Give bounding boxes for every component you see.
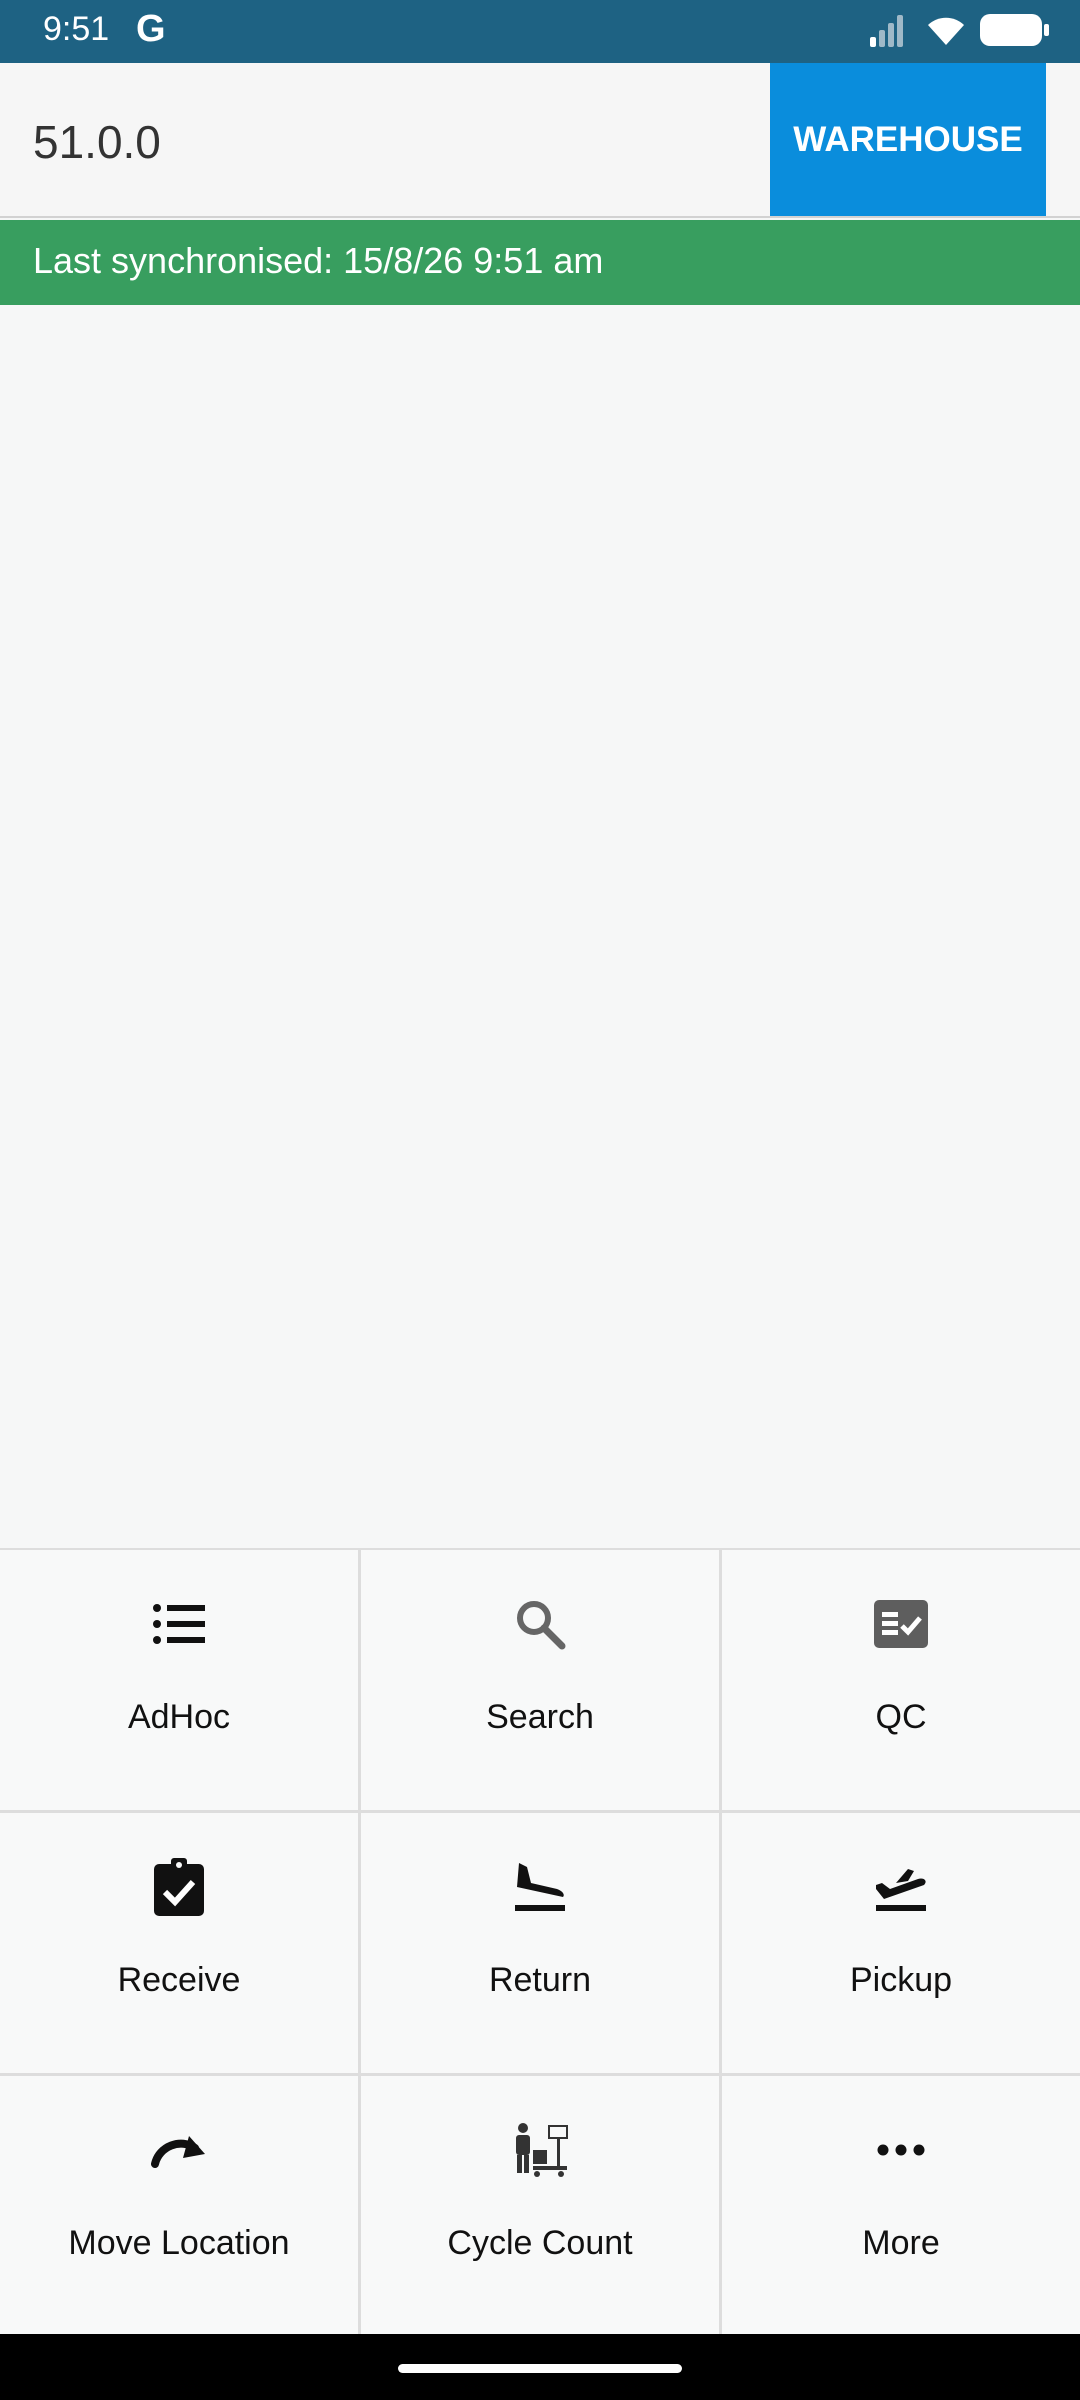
tile-return[interactable]: Return xyxy=(361,1813,719,2073)
search-icon xyxy=(510,1594,570,1654)
tile-label-move-location: Move Location xyxy=(68,2224,290,2262)
warehouse-worker-icon xyxy=(510,2120,570,2180)
action-grid: AdHoc Search QC Receive Return Pickup Mo… xyxy=(0,1548,1080,2336)
status-bar: 9:51 G xyxy=(0,0,1080,63)
warehouse-button[interactable]: WAREHOUSE xyxy=(770,63,1046,216)
tile-label-qc: QC xyxy=(875,1698,927,1736)
tile-label-return: Return xyxy=(488,1961,592,1999)
google-icon: G xyxy=(136,8,166,50)
tile-label-more: More xyxy=(862,2224,940,2262)
redo-arrow-icon xyxy=(149,2120,209,2180)
home-gesture-handle[interactable] xyxy=(398,2364,682,2373)
wifi-icon xyxy=(926,13,966,52)
more-dots-icon xyxy=(871,2120,931,2180)
sync-status-bar: Last synchronised: 15/8/26 9:51 am xyxy=(0,220,1080,305)
tile-label-receive: Receive xyxy=(117,1961,241,1999)
main-content xyxy=(0,305,1080,1548)
app-version: 51.0.0 xyxy=(33,116,161,168)
status-time: 9:51 xyxy=(43,10,110,48)
tile-receive[interactable]: Receive xyxy=(0,1813,358,2073)
tile-label-adhoc: AdHoc xyxy=(127,1698,231,1736)
tile-more[interactable]: More xyxy=(722,2076,1080,2336)
battery-icon xyxy=(980,12,1050,53)
sync-status-text: Last synchronised: 15/8/26 9:51 am xyxy=(33,240,604,281)
clipboard-check-icon xyxy=(149,1857,209,1917)
tile-cycle-count[interactable]: Cycle Count xyxy=(361,2076,719,2336)
tile-label-cycle-count: Cycle Count xyxy=(447,2224,633,2262)
app-header: 51.0.0 WAREHOUSE xyxy=(0,63,1080,218)
checklist-icon xyxy=(871,1594,931,1654)
tile-pickup[interactable]: Pickup xyxy=(722,1813,1080,2073)
tile-label-pickup: Pickup xyxy=(849,1961,953,1999)
list-icon xyxy=(149,1594,209,1654)
signal-icon xyxy=(870,13,912,52)
tile-search[interactable]: Search xyxy=(361,1550,719,1810)
tile-label-search: Search xyxy=(486,1698,594,1736)
system-nav-bar xyxy=(0,2334,1080,2400)
status-icons xyxy=(870,12,1050,52)
flight-land-icon xyxy=(510,1857,570,1917)
tile-adhoc[interactable]: AdHoc xyxy=(0,1550,358,1810)
tile-move-location[interactable]: Move Location xyxy=(0,2076,358,2336)
flight-takeoff-icon xyxy=(871,1857,931,1917)
tile-qc[interactable]: QC xyxy=(722,1550,1080,1810)
